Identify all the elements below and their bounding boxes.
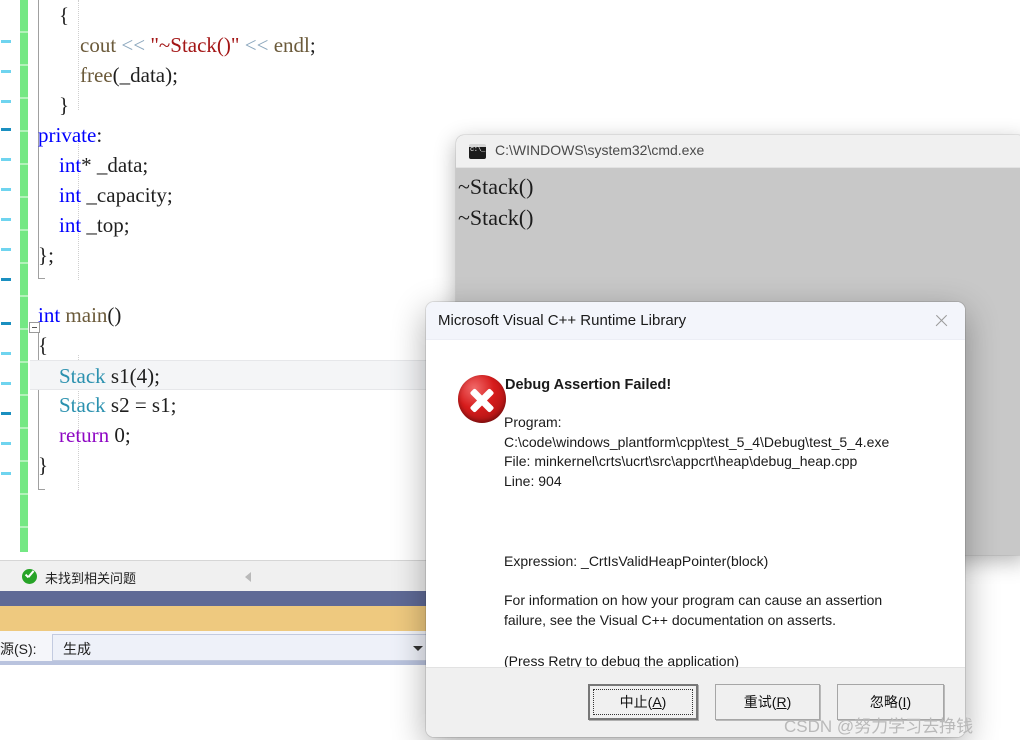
- code-token: <<: [244, 33, 269, 57]
- code-token: s2 = s1;: [105, 393, 177, 417]
- code-line[interactable]: int _capacity;: [30, 180, 470, 210]
- ignore-button[interactable]: 忽略(I): [837, 684, 944, 720]
- code-token: :: [96, 123, 103, 147]
- code-token: Stack: [59, 364, 106, 388]
- code-token: int: [59, 213, 82, 237]
- dialog-expression: Expression: _CrtIsValidHeapPointer(block…: [504, 553, 769, 569]
- code-token: }: [59, 93, 70, 117]
- code-editor[interactable]: { cout << "~Stack()" << endl; free(_data…: [0, 0, 470, 560]
- code-line[interactable]: int _top;: [30, 210, 470, 240]
- panel-highlight-orange: [0, 606, 470, 631]
- code-token: _top;: [81, 213, 130, 237]
- code-line[interactable]: cout << "~Stack()" << endl;: [30, 30, 470, 60]
- ignore-button-label-tail: ): [906, 694, 912, 710]
- code-token: * _data;: [81, 153, 149, 177]
- retry-button-label: 重试(: [743, 694, 777, 710]
- code-line[interactable]: Stack s2 = s1;: [30, 390, 470, 420]
- code-token: {: [38, 333, 49, 357]
- code-token: main: [65, 303, 108, 327]
- code-text-area[interactable]: { cout << "~Stack()" << endl; free(_data…: [30, 0, 470, 560]
- code-token: int: [59, 183, 82, 207]
- code-token: free: [80, 63, 113, 87]
- code-token: int: [59, 153, 82, 177]
- code-line[interactable]: }: [30, 90, 470, 120]
- code-line[interactable]: Stack s1(4);: [30, 360, 470, 390]
- code-line[interactable]: free(_data);: [30, 60, 470, 90]
- code-token: cout: [80, 33, 117, 57]
- code-token: (): [107, 303, 122, 327]
- panel-divider-blue: [0, 591, 470, 606]
- ignore-button-label: 忽略(: [869, 694, 903, 710]
- code-token: };: [38, 243, 54, 267]
- output-source-value: 生成: [63, 641, 91, 657]
- error-list-panel[interactable]: 未找到相关问题: [0, 560, 470, 591]
- editor-marker-strip[interactable]: [0, 0, 18, 560]
- code-line[interactable]: int main(): [30, 300, 470, 330]
- screen-root: { cout << "~Stack()" << endl; free(_data…: [0, 0, 1020, 740]
- code-token: (_data);: [112, 63, 178, 87]
- error-circle-icon: [458, 375, 506, 423]
- dialog-information: For information on how your program can …: [504, 592, 883, 628]
- output-source-dropdown[interactable]: 生成: [52, 634, 432, 661]
- error-list-status: 未找到相关问题: [45, 571, 137, 586]
- code-token: {: [59, 3, 70, 27]
- code-token: private: [38, 123, 97, 147]
- close-icon[interactable]: [929, 310, 955, 332]
- code-token: return: [59, 423, 110, 447]
- code-token: 0: [114, 423, 125, 447]
- dialog-footer: 中止(A) 重试(R) 忽略(I): [426, 667, 965, 737]
- code-line[interactable]: int* _data;: [30, 150, 470, 180]
- code-line[interactable]: [30, 270, 470, 300]
- runtime-error-dialog[interactable]: Microsoft Visual C++ Runtime Library Deb…: [426, 302, 965, 737]
- cmd-window-titlebar[interactable]: C:\WINDOWS\system32\cmd.exe: [456, 135, 1020, 168]
- code-token: s1(: [105, 364, 137, 388]
- code-token: _capacity;: [81, 183, 173, 207]
- chevron-down-icon: [413, 646, 423, 651]
- code-line[interactable]: return 0;: [30, 420, 470, 450]
- caret-left-icon[interactable]: [245, 572, 251, 582]
- code-token: Stack: [59, 393, 106, 417]
- dialog-title: Microsoft Visual C++ Runtime Library: [438, 312, 687, 329]
- editor-change-bar: [20, 0, 28, 552]
- code-token: }: [38, 453, 49, 477]
- code-line[interactable]: }: [30, 450, 470, 480]
- focus-ring: [593, 689, 693, 715]
- dialog-titlebar[interactable]: Microsoft Visual C++ Runtime Library: [426, 302, 965, 340]
- code-token: "~Stack()": [150, 33, 240, 57]
- code-token: <<: [121, 33, 146, 57]
- retry-button-label-tail: ): [786, 694, 792, 710]
- code-token: ;: [124, 423, 131, 447]
- dialog-heading: Debug Assertion Failed!: [505, 377, 672, 393]
- dialog-details: Program: C:\code\windows_plantform\cpp\t…: [504, 414, 890, 489]
- retry-button-accel: R: [776, 694, 787, 710]
- dialog-body: Debug Assertion Failed! Program: C:\code…: [426, 340, 965, 669]
- code-token: endl: [273, 33, 310, 57]
- code-line[interactable]: };: [30, 240, 470, 270]
- code-token: int: [38, 303, 61, 327]
- retry-button[interactable]: 重试(R): [715, 684, 820, 720]
- output-source-label: 源(S):: [0, 641, 37, 657]
- code-token: 4: [136, 364, 148, 388]
- output-source-row: 源(S): 生成: [0, 631, 470, 665]
- code-token: ;: [309, 33, 316, 57]
- code-line[interactable]: private:: [30, 120, 470, 150]
- console-icon: [469, 144, 486, 159]
- code-line[interactable]: {: [30, 0, 470, 30]
- abort-button[interactable]: 中止(A): [588, 684, 698, 720]
- code-token: );: [147, 364, 160, 388]
- code-line[interactable]: {: [30, 330, 470, 360]
- check-circle-icon: [22, 569, 37, 584]
- cmd-window-title: C:\WINDOWS\system32\cmd.exe: [495, 142, 705, 158]
